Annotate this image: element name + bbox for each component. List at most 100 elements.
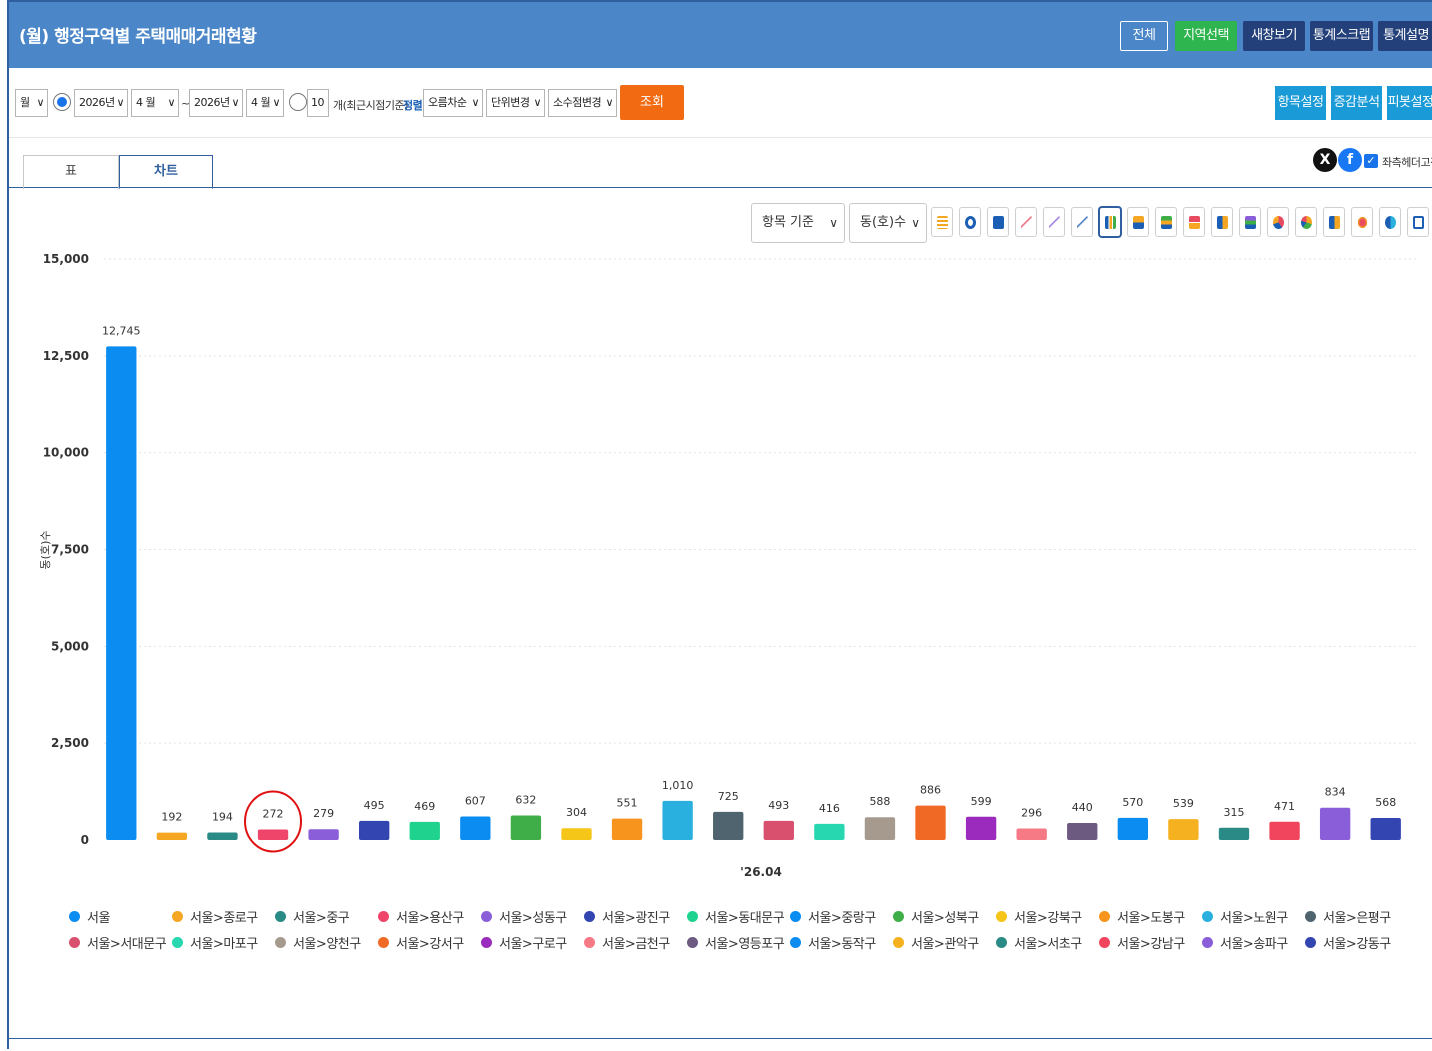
legend-label: 서울>마포구 bbox=[190, 937, 258, 952]
bar-value-label: 272 bbox=[263, 807, 284, 820]
legend-color-swatch bbox=[172, 937, 183, 948]
bar-value-label: 539 bbox=[1173, 797, 1194, 810]
y-tick-label: 7,500 bbox=[51, 543, 89, 557]
legend-color-swatch bbox=[1202, 911, 1213, 922]
bar bbox=[1117, 817, 1148, 840]
legend-label: 서울>구로구 bbox=[499, 937, 567, 952]
bar-value-label: 469 bbox=[414, 800, 435, 813]
bar bbox=[814, 823, 845, 840]
bar-value-label: 315 bbox=[1223, 806, 1244, 819]
y-tick-label: 0 bbox=[81, 833, 89, 847]
legend-label: 서울>용산구 bbox=[396, 911, 464, 926]
bar bbox=[662, 800, 693, 840]
bar-value-label: 568 bbox=[1375, 796, 1396, 809]
bar-chart: 0 2,500 5,000 7,500 10,000 12,500 15,000 동(호)수 1… bbox=[39, 252, 1419, 879]
x-tick-label: '26.04 bbox=[740, 865, 782, 879]
legend-label: 서울>성동구 bbox=[499, 911, 567, 926]
legend-color-swatch bbox=[1099, 911, 1110, 922]
bar-value-label: 607 bbox=[465, 794, 486, 807]
legend-color-swatch bbox=[481, 911, 492, 922]
bar-value-label: 632 bbox=[515, 794, 536, 807]
bar bbox=[611, 818, 643, 840]
legend-label: 서울>도봉구 bbox=[1117, 911, 1185, 926]
bar-value-label: 440 bbox=[1072, 801, 1093, 814]
legend-label: 서울>종로구 bbox=[190, 911, 258, 926]
legend-label: 서울>은평구 bbox=[1323, 911, 1391, 926]
legend-label: 서울>중랑구 bbox=[808, 911, 876, 926]
bar-value-label: 279 bbox=[313, 807, 334, 820]
bar-value-label: 886 bbox=[920, 784, 941, 797]
bar bbox=[207, 832, 238, 840]
legend-label: 서울>중구 bbox=[293, 911, 350, 926]
bar bbox=[1218, 827, 1250, 840]
bar bbox=[1269, 821, 1300, 840]
legend-color-swatch bbox=[275, 937, 286, 948]
legend-color-swatch bbox=[481, 937, 492, 948]
app-window: (월) 행정구역별 주택매매거래현황 전체 지역선택 새창보기 통계스크랩 통계… bbox=[7, 0, 1432, 1049]
legend-label: 서울>송파구 bbox=[1220, 937, 1288, 952]
bar-value-label: 551 bbox=[617, 797, 638, 810]
bar bbox=[156, 832, 188, 840]
bar-value-label: 471 bbox=[1274, 800, 1295, 813]
legend-label: 서울>서초구 bbox=[1014, 937, 1082, 952]
legend-label: 서울>강남구 bbox=[1117, 937, 1185, 952]
legend-color-swatch bbox=[996, 937, 1007, 948]
legend-label: 서울 bbox=[87, 911, 110, 926]
legend-color-swatch bbox=[584, 937, 595, 948]
legend-color-swatch bbox=[172, 911, 183, 922]
legend-color-swatch bbox=[790, 911, 801, 922]
legend-color-swatch bbox=[1305, 937, 1316, 948]
legend-color-swatch bbox=[687, 937, 698, 948]
bar-value-label: 725 bbox=[718, 790, 739, 803]
y-axis-label: 동(호)수 bbox=[39, 531, 52, 570]
bar bbox=[257, 829, 289, 840]
legend-color-swatch bbox=[893, 911, 904, 922]
legend-color-swatch bbox=[378, 937, 389, 948]
legend-color-swatch bbox=[69, 911, 80, 922]
legend-color-swatch bbox=[584, 911, 595, 922]
legend-color-swatch bbox=[378, 911, 389, 922]
bottom-divider bbox=[9, 1038, 1432, 1039]
legend-label: 서울>관악구 bbox=[911, 937, 979, 952]
legend-color-swatch bbox=[1099, 937, 1110, 948]
y-tick-label: 5,000 bbox=[51, 639, 89, 653]
legend-label: 서울>노원구 bbox=[1220, 911, 1288, 926]
legend-color-swatch bbox=[687, 911, 698, 922]
bar bbox=[308, 829, 339, 840]
legend-label: 서울>금천구 bbox=[602, 937, 670, 952]
bar bbox=[915, 805, 946, 840]
y-tick-label: 12,500 bbox=[43, 349, 89, 363]
bar bbox=[965, 816, 997, 840]
bar-value-label: 493 bbox=[768, 799, 789, 812]
legend-label: 서울>광진구 bbox=[602, 911, 670, 926]
legend-color-swatch bbox=[996, 911, 1007, 922]
bar bbox=[1016, 828, 1047, 840]
bar bbox=[409, 821, 440, 840]
bar-value-label: 416 bbox=[819, 802, 840, 815]
legend-label: 서울>동작구 bbox=[808, 937, 876, 952]
legend-label: 서울>양천구 bbox=[293, 937, 361, 952]
bar bbox=[359, 820, 390, 840]
legend-color-swatch bbox=[1305, 911, 1316, 922]
bar-value-label: 588 bbox=[869, 795, 890, 808]
legend-color-swatch bbox=[1202, 937, 1213, 948]
bar bbox=[1067, 822, 1098, 840]
highlight-circle bbox=[244, 790, 303, 853]
bar bbox=[713, 811, 744, 840]
bar bbox=[1319, 807, 1351, 840]
bar-value-label: 12,745 bbox=[102, 324, 141, 337]
bar bbox=[1370, 817, 1401, 840]
bar bbox=[1168, 819, 1199, 840]
bar-value-label: 194 bbox=[212, 810, 233, 823]
legend-label: 서울>서대문구 bbox=[87, 937, 167, 952]
legend-color-swatch bbox=[893, 937, 904, 948]
bar-value-label: 304 bbox=[566, 806, 587, 819]
y-tick-label: 15,000 bbox=[43, 252, 89, 266]
bar-value-label: 834 bbox=[1325, 786, 1346, 799]
bar bbox=[106, 346, 137, 840]
bar bbox=[561, 828, 592, 840]
legend-label: 서울>영등포구 bbox=[705, 937, 785, 952]
bar-value-label: 599 bbox=[971, 795, 992, 808]
legend-label: 서울>강북구 bbox=[1014, 911, 1082, 926]
legend-label: 서울>동대문구 bbox=[705, 911, 785, 926]
